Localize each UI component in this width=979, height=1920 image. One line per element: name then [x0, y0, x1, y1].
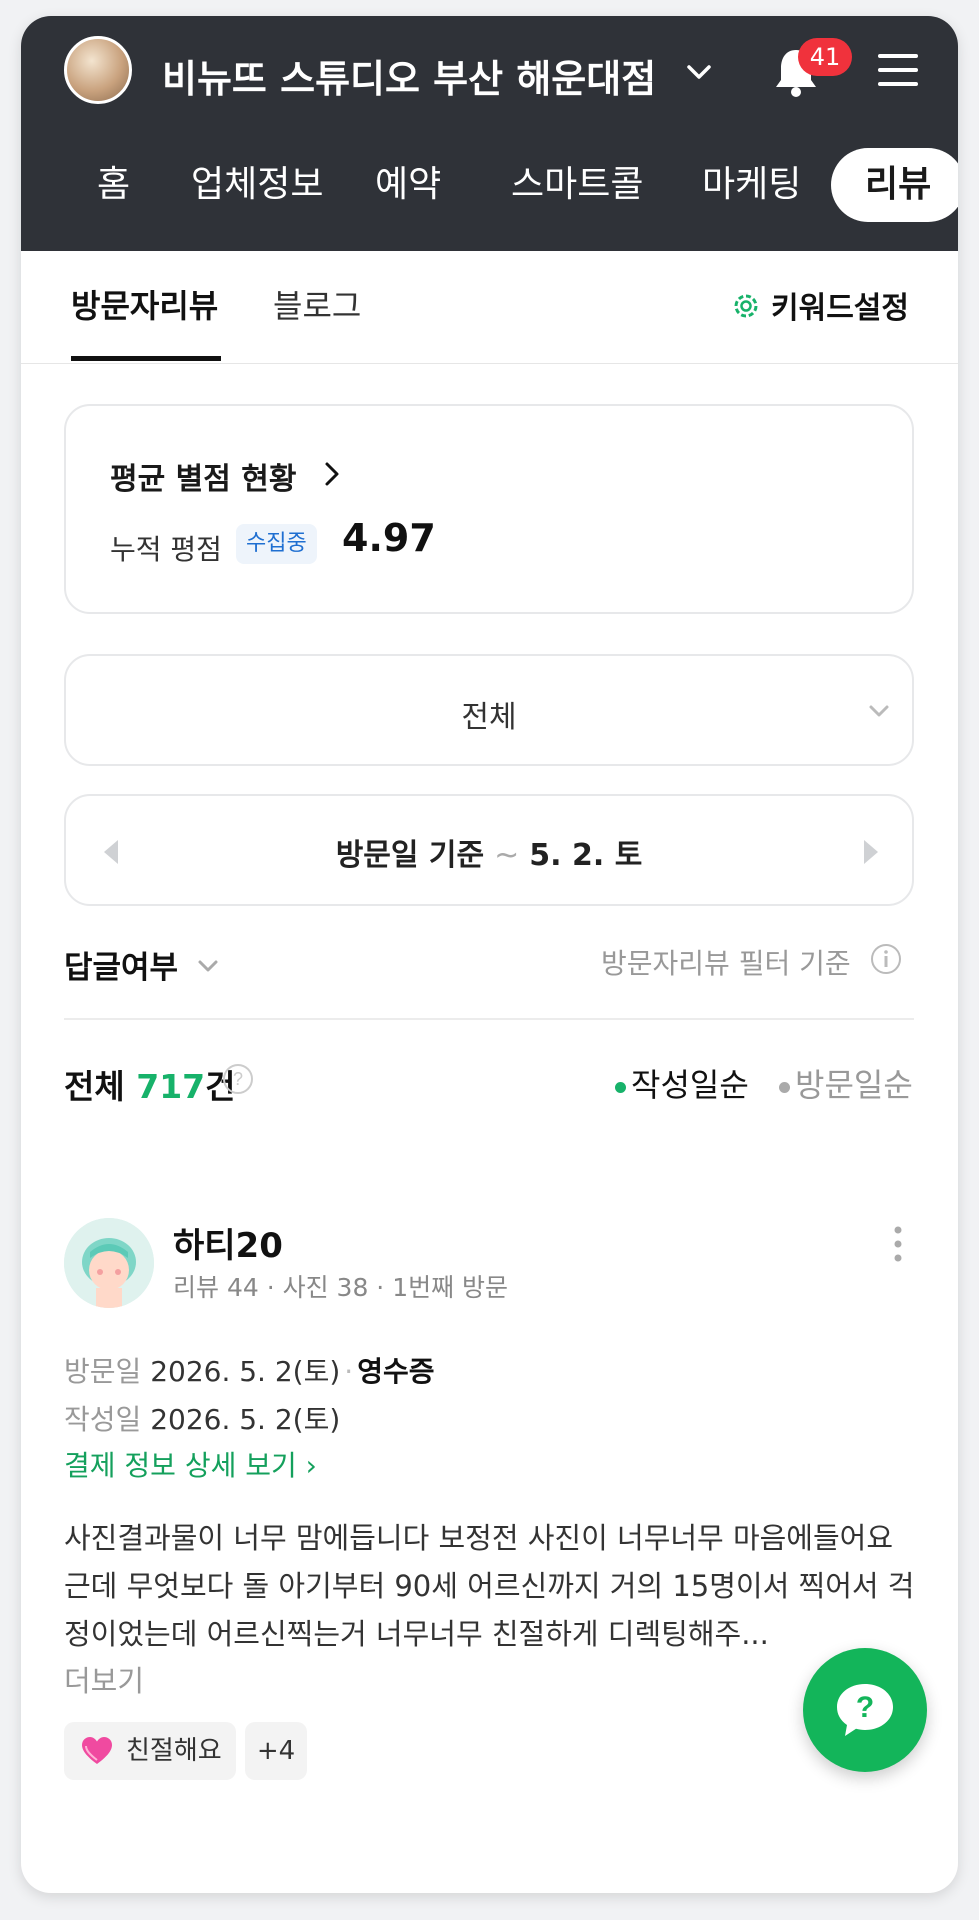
review-text: 사진결과물이 너무 맘에듭니다 보정전 사진이 너무너무 마음에들어요 근데 무… — [64, 1521, 915, 1651]
chevron-down-icon — [869, 705, 889, 717]
average-rating-card[interactable]: 평균 별점 현황 누적 평점 수집중 4.97 — [64, 404, 914, 614]
review-filter-select[interactable]: 전체 — [64, 654, 914, 766]
chevron-down-icon[interactable] — [679, 52, 719, 92]
rating-card-title: 평균 별점 현황 — [110, 462, 297, 497]
top-header: 비뉴뜨 스튜디오 부산 해운대점 41 홈 업체정보 예약 스마트콜 마케팅 리… — [21, 16, 958, 251]
gear-icon[interactable] — [729, 289, 763, 323]
reply-status-filter[interactable]: 답글여부 — [64, 942, 178, 987]
svg-text:?: ? — [856, 1691, 874, 1724]
visit-date-label: 방문일 — [64, 1355, 142, 1388]
total-count-number: 717 — [136, 1067, 206, 1106]
sort-active-dot — [615, 1082, 626, 1093]
more-tags-chip[interactable]: +4 — [245, 1722, 307, 1780]
nav-tab-business-info[interactable]: 업체정보 — [191, 148, 323, 222]
keyword-tag-label: 친절해요 — [126, 1736, 222, 1766]
heart-icon — [82, 1737, 112, 1764]
date-navigator: 방문일 기준 ~5. 2. 토 — [64, 794, 914, 906]
sort-inactive-dot — [779, 1082, 790, 1093]
tab-visitor-reviews[interactable]: 방문자리뷰 — [71, 281, 218, 327]
filter-selected-value: 전체 — [461, 700, 517, 735]
chat-question-icon: ? — [837, 1684, 893, 1736]
date-range-label: 방문일 기준 ~5. 2. 토 — [66, 830, 912, 874]
sort-by-written-date[interactable]: 작성일순 — [631, 1060, 749, 1106]
nav-tab-reservation[interactable]: 예약 — [375, 148, 441, 222]
more-options-icon[interactable] — [891, 1224, 905, 1264]
date-separator: ~ — [494, 838, 520, 873]
sort-by-visit-date[interactable]: 방문일순 — [795, 1060, 913, 1106]
chevron-right-icon — [325, 462, 339, 486]
help-icon[interactable]: ? — [221, 1062, 255, 1096]
reviewer-avatar[interactable] — [64, 1218, 154, 1308]
review-subtabs: 방문자리뷰 블로그 키워드설정 — [21, 251, 958, 364]
date-basis-label: 방문일 기준 — [335, 838, 485, 873]
store-name[interactable]: 비뉴뜨 스튜디오 부산 해운대점 — [162, 48, 656, 103]
reviewer-nickname[interactable]: 하티20 — [173, 1218, 283, 1267]
hamburger-menu-icon[interactable] — [876, 50, 920, 90]
cumulative-rating-label: 누적 평점 — [110, 533, 222, 566]
svg-text:?: ? — [233, 1069, 243, 1089]
app-screen: 비뉴뜨 스튜디오 부산 해운대점 41 홈 업체정보 예약 스마트콜 마케팅 리… — [21, 16, 958, 1893]
main-nav-tabs: 홈 업체정보 예약 스마트콜 마케팅 리뷰 — [21, 148, 958, 228]
notification-badge: 41 — [798, 38, 852, 76]
total-review-count: 전체 717건 — [64, 1060, 236, 1108]
help-chat-button[interactable]: ? — [803, 1648, 927, 1772]
written-date-value: 2026. 5. 2(토) — [150, 1403, 341, 1436]
active-tab-indicator — [71, 356, 221, 361]
reviewer-avatar-illustration — [64, 1218, 154, 1308]
store-avatar[interactable] — [64, 36, 132, 104]
section-divider — [64, 1018, 914, 1020]
collecting-badge: 수집중 — [236, 524, 317, 564]
read-more-link[interactable]: 더보기 — [64, 1658, 144, 1700]
next-date-icon[interactable] — [856, 832, 886, 872]
filter-basis-label: 방문자리뷰 필터 기준 — [601, 947, 851, 980]
reviewer-stats: 리뷰 44 · 사진 38 · 1번째 방문 — [173, 1273, 509, 1302]
nav-tab-home[interactable]: 홈 — [97, 148, 130, 222]
nav-tab-reviews[interactable]: 리뷰 — [831, 148, 958, 222]
visit-date-value: 2026. 5. 2(토) — [150, 1355, 341, 1388]
payment-details-link[interactable]: 결제 정보 상세 보기 › — [64, 1444, 317, 1484]
written-date-label: 작성일 — [64, 1403, 142, 1436]
tab-blog[interactable]: 블로그 — [273, 281, 361, 327]
keyword-tag: 친절해요 — [64, 1722, 236, 1780]
receipt-verification: 영수증 — [357, 1355, 435, 1388]
date-value: 5. 2. 토 — [529, 838, 643, 873]
info-icon[interactable] — [869, 942, 903, 976]
chevron-down-icon[interactable] — [194, 952, 222, 980]
keyword-settings-button[interactable]: 키워드설정 — [771, 283, 909, 327]
total-prefix: 전체 — [64, 1067, 125, 1106]
rating-value: 4.97 — [342, 516, 436, 560]
nav-tab-marketing[interactable]: 마케팅 — [702, 148, 801, 222]
written-date-row: 작성일 2026. 5. 2(토) — [64, 1398, 340, 1438]
visit-date-row: 방문일 2026. 5. 2(토) · 영수증 — [64, 1355, 435, 1388]
nav-tab-smartcall[interactable]: 스마트콜 — [511, 148, 643, 222]
